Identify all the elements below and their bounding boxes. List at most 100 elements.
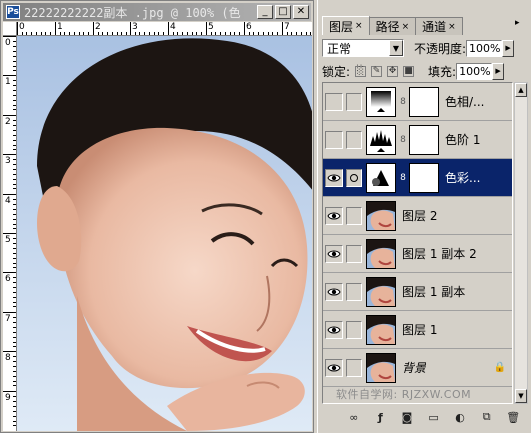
visibility-eye-icon[interactable] <box>325 130 343 149</box>
layer-name: 图层 1 副本 2 <box>402 247 477 261</box>
layer-link-box[interactable] <box>346 358 362 377</box>
opacity-slider-arrow-icon[interactable]: ▶ <box>502 39 515 57</box>
palette-menu-icon[interactable]: ▸ <box>515 18 527 30</box>
layer-link-box[interactable] <box>346 282 362 301</box>
scroll-down-icon[interactable]: ▼ <box>515 389 527 403</box>
opacity-label: 不透明度: <box>414 41 467 56</box>
new-layer-icon[interactable]: ⧉ <box>478 409 496 425</box>
close-button[interactable]: ✕ <box>293 5 309 19</box>
ruler-tick <box>282 22 283 35</box>
fill-slider-arrow-icon[interactable]: ▶ <box>492 62 505 80</box>
layer-link-box[interactable] <box>346 320 362 339</box>
new-adjustment-layer-icon[interactable]: ◐ <box>451 409 469 425</box>
layer-mask-thumbnail[interactable] <box>409 86 439 117</box>
visibility-eye-icon[interactable] <box>325 92 343 111</box>
layer-link-box[interactable] <box>346 130 362 149</box>
layer-row[interactable]: 图层 1 副本 2 <box>323 235 512 273</box>
visibility-eye-icon[interactable] <box>325 168 343 187</box>
layer-name: 背景 <box>402 361 427 375</box>
layer-mask-thumbnail[interactable] <box>409 124 439 155</box>
chevron-down-icon[interactable]: ▼ <box>389 40 403 56</box>
opacity-field[interactable]: 100% <box>466 39 503 57</box>
add-mask-icon[interactable]: ◙ <box>398 409 416 425</box>
mask-link-icon[interactable]: 8 <box>397 135 409 145</box>
blend-opacity-row: 正常 ▼ 不透明度: 100% ▶ <box>322 38 528 58</box>
layer-mask-thumbnail[interactable] <box>409 162 439 193</box>
hue-saturation-adjustment-thumbnail[interactable] <box>366 86 396 117</box>
layer-link-box[interactable] <box>346 206 362 225</box>
layers-scrollbar[interactable]: ▲ ▼ <box>514 82 528 404</box>
tab-paths[interactable]: 路径 × <box>368 17 417 35</box>
levels-adjustment-thumbnail[interactable] <box>366 124 396 155</box>
ruler-label: 3 <box>5 156 11 166</box>
document-window: Ps 22222222222副本 .jpg @ 100% (色 _ □ ✕ 0 1… <box>0 0 314 433</box>
photo-thumbnail[interactable] <box>366 352 396 383</box>
close-tab-icon[interactable]: × <box>402 22 410 32</box>
layer-name: 色彩... <box>445 171 481 185</box>
close-tab-icon[interactable]: × <box>448 22 456 32</box>
ruler-label: 5 <box>208 22 214 32</box>
canvas-photo[interactable] <box>17 36 312 431</box>
tab-channels[interactable]: 通道 × <box>415 17 463 35</box>
lock-position-icon[interactable]: ✥ <box>387 65 399 77</box>
blend-mode-value: 正常 <box>327 41 352 56</box>
ruler-label: 1 <box>5 77 11 87</box>
ruler-label: 6 <box>246 22 252 32</box>
color-balance-adjustment-thumbnail[interactable] <box>366 162 396 193</box>
visibility-eye-icon[interactable] <box>325 320 343 339</box>
document-titlebar[interactable]: Ps 22222222222副本 .jpg @ 100% (色 _ □ ✕ <box>3 3 311 21</box>
link-layers-icon[interactable]: ∞ <box>345 409 363 425</box>
photo-thumbnail[interactable] <box>366 238 396 269</box>
layer-link-box[interactable] <box>346 92 362 111</box>
window-controls: _ □ ✕ <box>255 5 309 19</box>
layer-row[interactable]: 图层 2 <box>323 197 512 235</box>
layer-row[interactable]: 8 色彩... <box>323 159 512 197</box>
layer-row[interactable]: 图层 1 <box>323 311 512 349</box>
close-tab-icon[interactable]: × <box>355 21 363 31</box>
ruler-tick <box>3 75 16 76</box>
tab-layers[interactable]: 图层 × <box>322 16 370 35</box>
layer-style-icon[interactable]: ƒ <box>372 409 390 425</box>
visibility-eye-icon[interactable] <box>325 244 343 263</box>
ruler-tick <box>3 391 16 392</box>
delete-layer-icon[interactable]: 🗑 <box>504 409 522 425</box>
vertical-ruler[interactable]: 0 1 2 3 4 5 6 7 8 9 <box>3 36 17 431</box>
blend-mode-select[interactable]: 正常 ▼ <box>322 39 404 57</box>
minimize-button[interactable]: _ <box>257 5 273 19</box>
scroll-up-icon[interactable]: ▲ <box>515 83 527 97</box>
layer-row[interactable]: 背景 🔒 <box>323 349 512 387</box>
layers-list: 8 色相/... 8 色阶 1 8 色彩... 图层 2 图层 1 副本 2 图层 1 副本 图层… <box>322 82 513 404</box>
mask-link-icon[interactable]: 8 <box>397 97 409 107</box>
layer-row[interactable]: 8 色阶 1 <box>323 121 512 159</box>
visibility-eye-icon[interactable] <box>325 282 343 301</box>
photo-thumbnail[interactable] <box>366 276 396 307</box>
ruler-label: 4 <box>5 196 11 206</box>
ruler-label: 8 <box>5 353 11 363</box>
mask-link-icon[interactable]: 8 <box>397 173 409 183</box>
lock-fill-row: 锁定: ░ ✎ ✥ ■ 填充: 100% ▶ <box>322 61 528 81</box>
ruler-tick <box>3 194 16 195</box>
lock-all-icon[interactable]: ■ <box>403 65 415 77</box>
visibility-eye-icon[interactable] <box>325 358 343 377</box>
new-group-icon[interactable]: ▭ <box>425 409 443 425</box>
layers-bottom-toolbar: ∞ ƒ ◙ ▭ ◐ ⧉ 🗑 <box>317 404 531 430</box>
photo-thumbnail[interactable] <box>366 200 396 231</box>
layer-row[interactable]: 8 色相/... <box>323 83 512 121</box>
photo-thumbnail[interactable] <box>366 314 396 345</box>
layer-link-box[interactable] <box>346 244 362 263</box>
ruler-label: 0 <box>5 38 11 48</box>
photoshop-doc-icon: Ps <box>6 5 20 19</box>
ruler-label: 2 <box>95 22 101 32</box>
maximize-button[interactable]: □ <box>275 5 291 19</box>
ruler-origin[interactable] <box>3 22 17 36</box>
layer-row[interactable]: 图层 1 副本 <box>323 273 512 311</box>
visibility-eye-icon[interactable] <box>325 206 343 225</box>
lock-image-icon[interactable]: ✎ <box>371 65 383 77</box>
ruler-label: 5 <box>5 235 11 245</box>
ruler-tick <box>244 22 245 35</box>
layer-name: 图层 1 副本 <box>402 285 466 299</box>
lock-transparency-icon[interactable]: ░ <box>355 65 367 77</box>
fill-field[interactable]: 100% <box>456 62 493 80</box>
brush-active-icon[interactable] <box>346 168 362 187</box>
horizontal-ruler[interactable]: 0 1 2 3 4 5 6 7 <box>17 22 312 36</box>
